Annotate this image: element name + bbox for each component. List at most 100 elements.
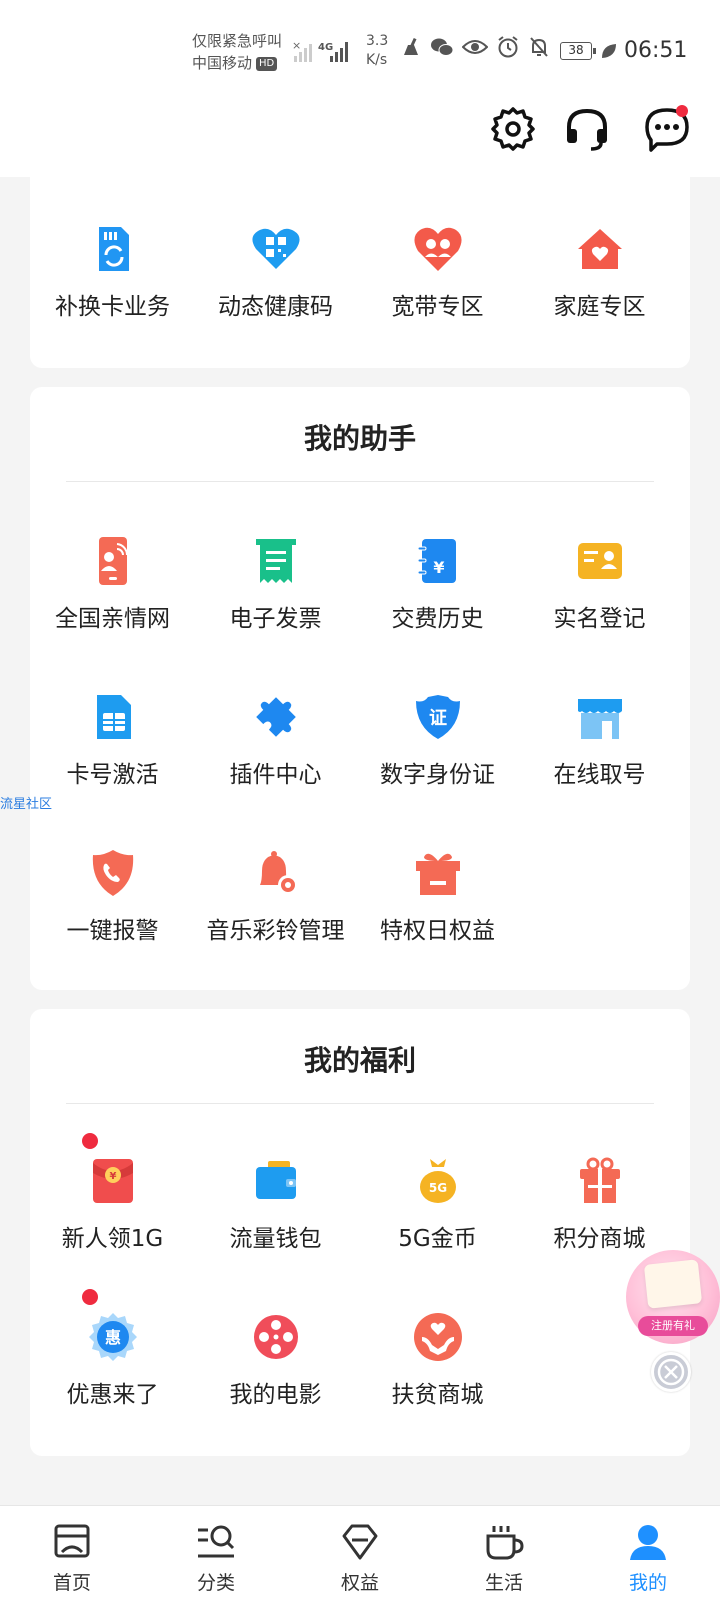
- grid-item-health-code[interactable]: 动态健康码: [193, 223, 358, 363]
- grid-item-label: 插件中心: [229, 762, 322, 788]
- new-badge-dot: [82, 1133, 98, 1149]
- grid-item-discount[interactable]: 惠 优惠来了: [30, 1289, 195, 1451]
- bell-muted-icon: [530, 37, 548, 57]
- tab-home[interactable]: 首页: [0, 1506, 144, 1600]
- tab-rights[interactable]: 权益: [288, 1506, 432, 1600]
- tab-label: 分类: [196, 1572, 235, 1594]
- gift-box-icon: [416, 853, 460, 895]
- diamond-icon: [342, 1524, 378, 1560]
- tab-category[interactable]: 分类: [144, 1506, 288, 1600]
- tab-label: 首页: [52, 1572, 91, 1594]
- float-promo-gift[interactable]: 注册有礼: [626, 1250, 720, 1344]
- promo-tag: 注册有礼: [638, 1316, 708, 1336]
- grid-item-label: 动态健康码: [218, 294, 333, 320]
- grid-item-card-activate[interactable]: 卡号激活: [30, 691, 195, 831]
- svg-text:¥: ¥: [110, 1171, 117, 1182]
- grid-item-label: 新人领1G: [61, 1226, 164, 1252]
- alarm-shield-icon: [92, 850, 134, 896]
- tab-label: 权益: [340, 1572, 379, 1594]
- leaf-icon: [602, 44, 616, 58]
- home-icon: [578, 229, 622, 269]
- digital-id-shield-icon: 证: [416, 695, 460, 739]
- welfare-card: 我的福利 ¥ 新人领1G 流量钱包 5G 5G金币 积分商城 惠 优惠来了 我的…: [30, 1009, 690, 1456]
- grid-item-label: 实名登记: [553, 606, 646, 632]
- home-tab-icon: [54, 1524, 90, 1558]
- grid-item-label: 交费历史: [391, 606, 484, 632]
- grid-item-5g-coin[interactable]: 5G 5G金币: [355, 1155, 520, 1295]
- divider: [66, 1103, 654, 1104]
- status-icons: [400, 36, 550, 58]
- tab-mine[interactable]: 我的: [576, 1506, 720, 1600]
- grid-item-family-network[interactable]: 全国亲情网: [30, 535, 195, 675]
- grid-item-label: 数字身份证: [380, 762, 495, 788]
- grid-item-label: 我的电影: [229, 1382, 322, 1408]
- store-icon: [578, 699, 622, 739]
- grid-item-label: 优惠来了: [66, 1382, 159, 1408]
- grid-item-data-wallet[interactable]: 流量钱包: [193, 1155, 358, 1295]
- grid-item-label: 流量钱包: [229, 1226, 322, 1252]
- broom-icon: [404, 37, 418, 55]
- grid-item-label: 音乐彩铃管理: [206, 918, 345, 944]
- section-title: 我的福利: [303, 1044, 416, 1077]
- grid-item-privilege-day[interactable]: 特权日权益: [355, 847, 520, 987]
- grid-item-label: 卡号激活: [66, 762, 159, 788]
- sim-swap-icon: [99, 227, 129, 271]
- grid-item-plugin-center[interactable]: 插件中心: [193, 691, 358, 831]
- carrier-name: 中国移动: [192, 54, 253, 72]
- svg-text:×: ×: [292, 39, 301, 52]
- battery-indicator: 38: [560, 42, 596, 60]
- carrier-info: 仅限紧急呼叫 中国移动 HD: [192, 30, 282, 74]
- grid-item-payment-history[interactable]: ¥ 交费历史: [355, 535, 520, 675]
- grid-item-newcomer-1g[interactable]: ¥ 新人领1G: [30, 1133, 195, 1295]
- grid-item-label: 在线取号: [553, 762, 646, 788]
- community-side-link[interactable]: 流星社区: [0, 793, 52, 812]
- status-bar: 仅限紧急呼叫 中国移动 HD × 4G 3.3 K/s 38 06:51: [0, 0, 720, 95]
- grid-item-label: 一键报警: [66, 918, 159, 944]
- message-unread-dot: [676, 105, 688, 117]
- grid-item-one-key-alarm[interactable]: 一键报警: [30, 847, 195, 987]
- svg-text:惠: 惠: [105, 1328, 121, 1347]
- svg-text:证: 证: [429, 708, 447, 729]
- payment-history-icon: ¥: [417, 539, 456, 583]
- close-icon: [657, 1358, 685, 1386]
- network-speed: 3.3 K/s: [366, 33, 389, 68]
- grid-item-real-name[interactable]: 实名登记: [517, 535, 682, 675]
- eye-icon: [462, 40, 488, 54]
- svg-text:4G: 4G: [318, 42, 333, 53]
- ringtone-bell-icon: [260, 851, 298, 895]
- grid-item-sim-swap[interactable]: 补换卡业务: [30, 223, 195, 363]
- section-title: 我的助手: [303, 422, 416, 455]
- grid-item-label: 特权日权益: [380, 918, 495, 944]
- new-badge-dot: [82, 1289, 98, 1305]
- wechat-icon: [431, 38, 454, 56]
- assistant-card: 我的助手 全国亲情网 电子发票 ¥ 交费历史 实名登记 卡号激活 插件中心 证 …: [30, 387, 690, 990]
- grid-item-online-queue[interactable]: 在线取号: [517, 691, 682, 831]
- grid-item-home[interactable]: 家庭专区: [517, 223, 682, 363]
- grid-item-label: 补换卡业务: [55, 294, 170, 320]
- grid-item-poverty-mall[interactable]: 扶贫商城: [355, 1311, 520, 1451]
- gear-icon[interactable]: [489, 105, 537, 153]
- grid-item-ringtone[interactable]: 音乐彩铃管理: [193, 847, 358, 987]
- divider: [66, 481, 654, 482]
- grid-item-label: 积分商城: [553, 1226, 646, 1252]
- grid-item-label: 全国亲情网: [55, 606, 170, 632]
- grid-item-label: 电子发票: [229, 606, 322, 632]
- grid-item-my-movies[interactable]: 我的电影: [193, 1311, 358, 1451]
- tab-life[interactable]: 生活: [432, 1506, 576, 1600]
- svg-text:5G: 5G: [429, 1181, 447, 1195]
- grid-item-digital-id[interactable]: 证 数字身份证: [355, 691, 520, 831]
- alarm-clock-icon: [498, 36, 518, 58]
- red-envelope-icon: ¥: [93, 1159, 133, 1203]
- grid-item-e-invoice[interactable]: 电子发票: [193, 535, 358, 675]
- promo-close-button[interactable]: [651, 1352, 691, 1392]
- tab-label: 生活: [484, 1572, 523, 1594]
- grid-item-label: 宽带专区: [391, 294, 484, 320]
- grid-item-broadband[interactable]: 宽带专区: [355, 223, 520, 363]
- family-phone-icon: [99, 537, 129, 585]
- film-reel-icon: [254, 1315, 298, 1359]
- emergency-text: 仅限紧急呼叫: [192, 32, 283, 50]
- signal-icon: × 4G: [292, 39, 348, 62]
- headset-icon[interactable]: [563, 105, 611, 153]
- tab-label: 我的: [628, 1572, 667, 1594]
- id-card-icon: [578, 543, 622, 579]
